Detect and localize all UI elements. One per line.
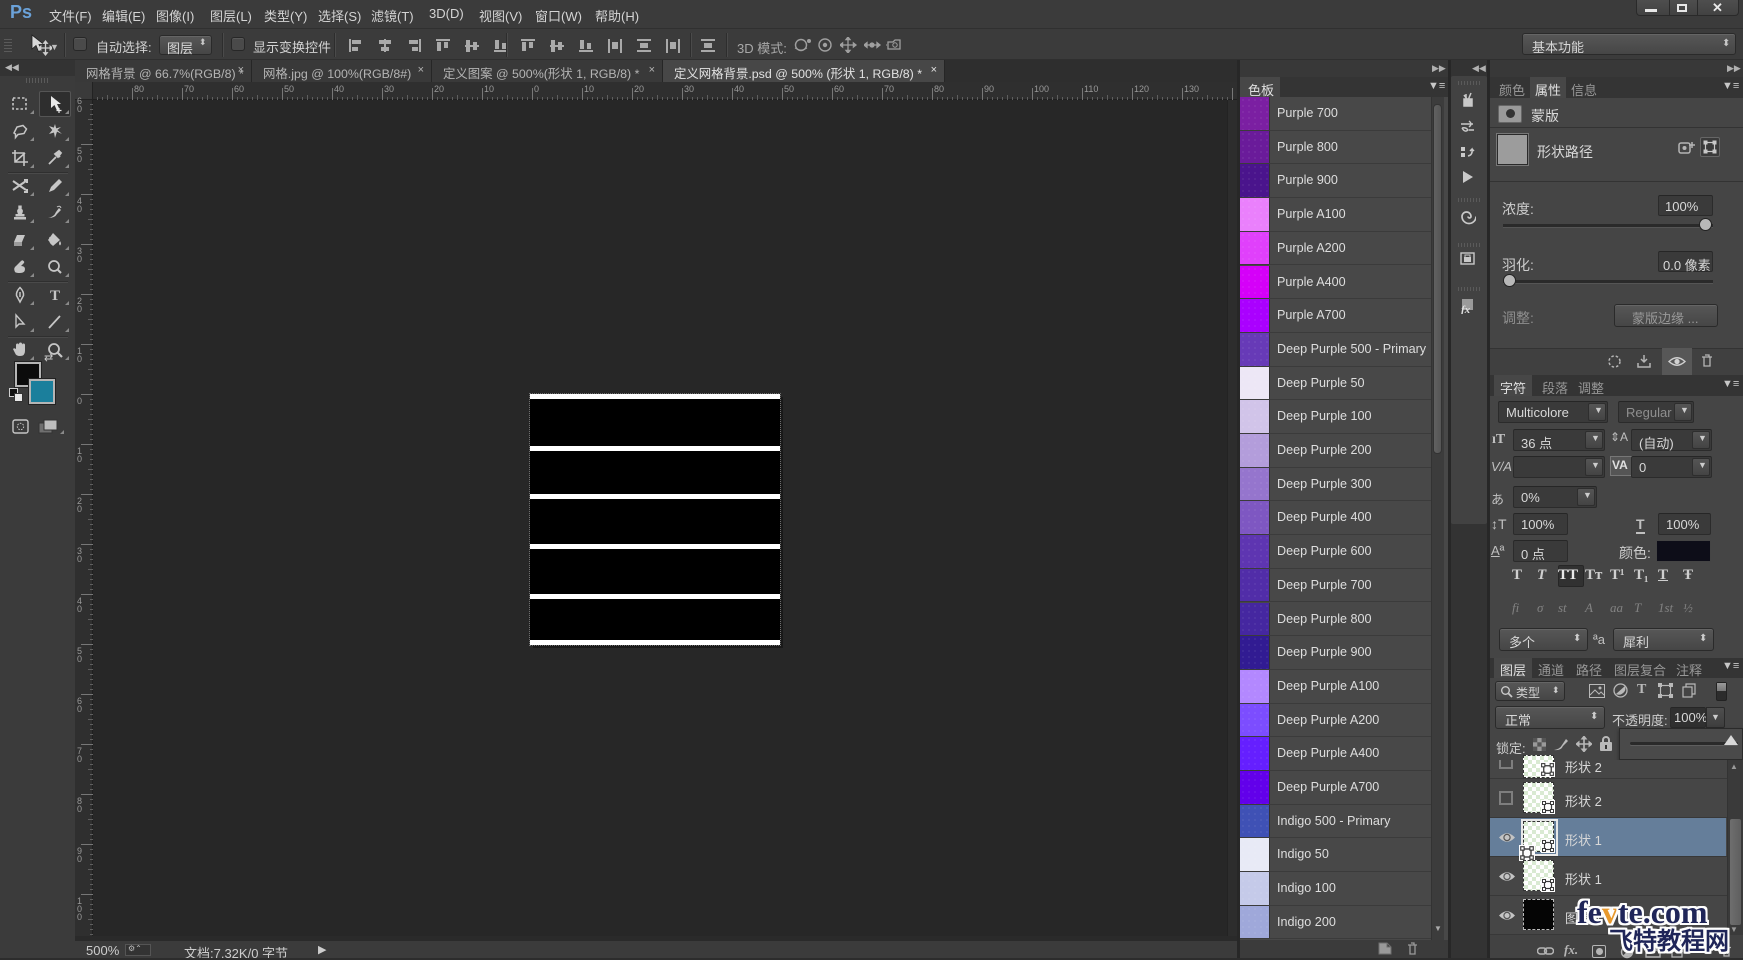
svg-text:T: T (50, 288, 60, 304)
svg-text:fx: fx (1461, 304, 1471, 314)
